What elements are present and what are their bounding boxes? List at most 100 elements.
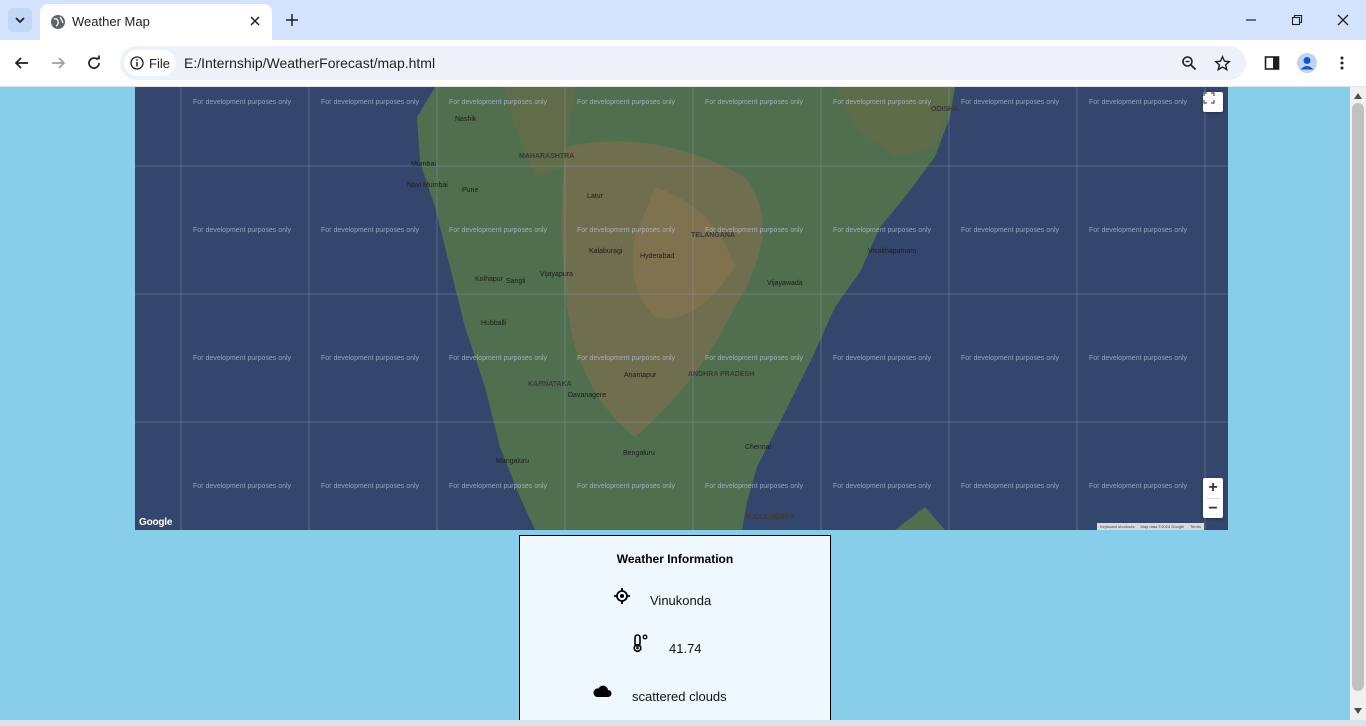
profile-button[interactable]	[1296, 52, 1318, 74]
forward-button[interactable]	[47, 52, 69, 74]
map-label: Chennai	[745, 444, 772, 451]
zoom-out-button[interactable]: −	[1203, 499, 1223, 519]
browser-menu-button[interactable]	[1331, 52, 1353, 74]
zoom-button[interactable]	[1179, 53, 1199, 73]
map-label: Navi Mumbai	[407, 182, 448, 189]
address-bar[interactable]: File E:/Internship/WeatherForecast/map.h…	[120, 46, 1246, 80]
minimize-button[interactable]	[1241, 10, 1261, 30]
scrollbar-thumb[interactable]	[1352, 103, 1364, 691]
triangle-up-icon	[1354, 93, 1362, 99]
star-icon	[1213, 54, 1231, 71]
map-label: MAHARASHTRA	[519, 153, 574, 160]
chevron-down-icon	[15, 17, 25, 24]
back-button[interactable]	[11, 52, 33, 74]
reload-button[interactable]	[83, 52, 105, 74]
map-label: KARNATAKA	[528, 381, 572, 388]
map-label: Hyderabad	[640, 253, 674, 260]
map-label: Visakhapatnam	[868, 248, 916, 255]
watermark: For development purposes only	[1089, 355, 1188, 362]
watermark: For development purposes only	[577, 99, 676, 106]
map-label: Hubballi	[481, 320, 507, 327]
watermark: For development purposes only	[833, 227, 932, 234]
page-viewport: For development purposes only For develop…	[0, 87, 1350, 720]
map[interactable]: For development purposes only For develop…	[135, 87, 1228, 530]
avatar-icon	[1297, 53, 1317, 73]
page-scrollbar[interactable]	[1350, 87, 1366, 720]
google-logo[interactable]: Google	[139, 517, 172, 528]
map-label: Mumbai	[411, 161, 436, 168]
tab-search-button[interactable]	[8, 8, 32, 32]
watermark: For development purposes only	[961, 483, 1060, 490]
tab-title: Weather Map	[72, 14, 150, 29]
side-panel-button[interactable]	[1261, 52, 1283, 74]
watermark: For development purposes only	[449, 99, 548, 106]
fullscreen-icon	[1203, 92, 1215, 104]
scroll-up-button[interactable]	[1353, 91, 1363, 101]
map-data-credit: Map data ©2024 Google	[1140, 524, 1185, 529]
fullscreen-button[interactable]	[1203, 92, 1223, 112]
scroll-down-button[interactable]	[1353, 706, 1363, 716]
map-label: ANDHRA PRADESH	[688, 371, 754, 378]
globe-icon	[51, 15, 65, 29]
cloud-icon	[592, 681, 612, 701]
watermark: For development purposes only	[193, 227, 292, 234]
map-label: Pune	[462, 187, 478, 194]
bookmark-button[interactable]	[1212, 53, 1232, 73]
thermometer-icon	[630, 633, 650, 653]
site-info-chip[interactable]: File	[124, 50, 176, 76]
map-label: Mangaluru	[496, 458, 529, 465]
weather-info-card: Weather Information Vinukonda 41.74 scat…	[519, 535, 831, 720]
location-icon	[612, 586, 632, 606]
new-tab-button[interactable]	[282, 10, 302, 30]
watermark: For development purposes only	[1089, 227, 1188, 234]
watermark: For development purposes only	[1089, 483, 1188, 490]
info-icon	[130, 56, 144, 70]
temperature-value: 41.74	[669, 641, 702, 656]
map-label: PUDUCHERRY	[745, 514, 794, 521]
watermark: For development purposes only	[321, 483, 420, 490]
map-label: Vijayapura	[540, 271, 573, 278]
location-value: Vinukonda	[650, 593, 712, 608]
watermark: For development purposes only	[577, 355, 676, 362]
watermark: For development purposes only	[577, 227, 676, 234]
restore-icon	[1291, 14, 1303, 26]
tab-weather-map[interactable]: Weather Map	[40, 4, 272, 40]
terms-link[interactable]: Terms	[1190, 523, 1201, 530]
watermark: For development purposes only	[321, 355, 420, 362]
watermark: For development purposes only	[193, 99, 292, 106]
plus-icon	[286, 14, 298, 26]
window-close-button[interactable]	[1333, 10, 1353, 30]
restore-button[interactable]	[1287, 10, 1307, 30]
keyboard-shortcuts-link[interactable]: Keyboard shortcuts	[1100, 523, 1134, 530]
minimize-icon	[1246, 19, 1256, 21]
side-panel-icon	[1264, 56, 1280, 70]
weather-heading: Weather Information	[616, 552, 734, 566]
map-label: Kalaburagi	[589, 248, 623, 255]
watermark: For development purposes only	[833, 355, 932, 362]
more-vertical-icon	[1340, 56, 1344, 70]
browser-toolbar: File E:/Internship/WeatherForecast/map.h…	[0, 40, 1366, 87]
site-info-label: File	[149, 55, 170, 71]
tab-close-button[interactable]	[246, 12, 264, 30]
map-label: TELANGANA	[691, 232, 735, 239]
arrow-right-icon	[52, 57, 66, 69]
url-text[interactable]: E:/Internship/WeatherForecast/map.html	[184, 55, 435, 71]
map-label: ODISHA	[931, 106, 958, 113]
watermark: For development purposes only	[321, 227, 420, 234]
close-icon	[250, 16, 260, 26]
watermark: For development purposes only	[449, 355, 548, 362]
map-label: Latur	[587, 193, 604, 200]
watermark: For development purposes only	[705, 355, 804, 362]
map-label: Sangli	[506, 278, 526, 285]
magnifier-icon	[1182, 56, 1197, 71]
zoom-control: + −	[1203, 478, 1223, 518]
watermark: For development purposes only	[321, 99, 420, 106]
zoom-in-button[interactable]: +	[1203, 478, 1223, 498]
map-label: Davanagere	[568, 392, 606, 399]
map-label: Bengaluru	[623, 450, 655, 457]
watermark: For development purposes only	[193, 355, 292, 362]
window-bottom-edge	[0, 720, 1366, 726]
watermark: For development purposes only	[705, 99, 804, 106]
map-attribution: Keyboard shortcuts Map data ©2024 Google…	[1097, 523, 1205, 530]
watermark: For development purposes only	[961, 99, 1060, 106]
